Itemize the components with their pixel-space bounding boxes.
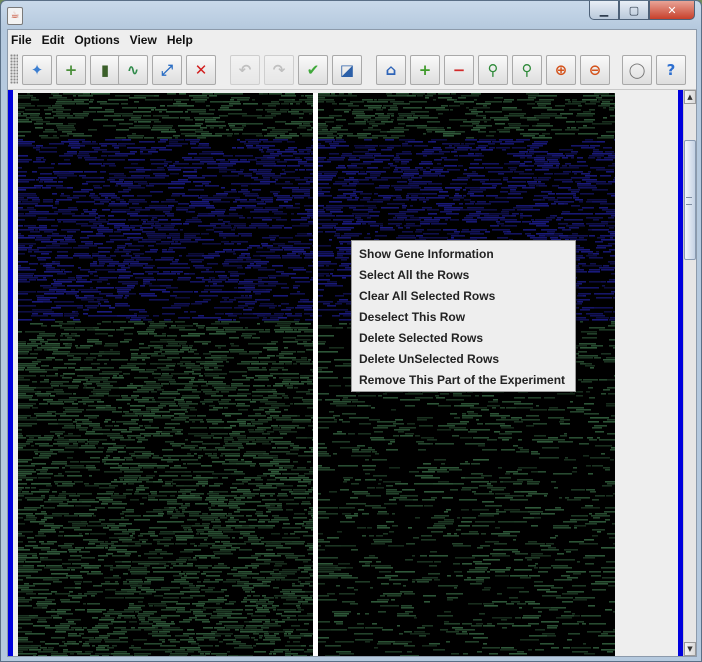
add-file-icon: + xyxy=(64,61,78,79)
zoom-in-icon: ⚲ xyxy=(487,61,499,79)
menu-file[interactable]: File xyxy=(8,30,37,50)
cluster-out-icon: ⊖ xyxy=(588,61,602,79)
heatmap-canvas-left[interactable] xyxy=(18,93,313,656)
zoom-in-button[interactable]: ⚲ xyxy=(478,55,508,85)
help-icon: ? xyxy=(666,61,676,79)
check-icon: ✔ xyxy=(306,61,320,79)
toolbar: ✦ + ▮ ∿ ⤢ ✕ ↶ ↷ ✔ ◪ ⌂ + − ⚲ ⚲ ⊕ ⊖ ◯? xyxy=(8,50,696,90)
home-button[interactable]: ⌂ xyxy=(376,55,406,85)
scroll-down-button[interactable]: ▼ xyxy=(684,642,696,656)
redo-icon: ↷ xyxy=(272,61,286,79)
cluster-in-icon: ⊕ xyxy=(554,61,568,79)
maximize-icon: ▢ xyxy=(628,3,640,17)
image-icon: ◪ xyxy=(339,61,355,79)
line-chart-button[interactable]: ∿ xyxy=(118,55,148,85)
menu-help[interactable]: Help xyxy=(162,30,198,50)
redo-button[interactable]: ↷ xyxy=(264,55,294,85)
selection-bar-left xyxy=(8,90,13,656)
title-bar[interactable]: ☕ ▁ ▢ ✕ xyxy=(1,1,701,29)
toolbar-grip[interactable] xyxy=(10,54,18,84)
close-icon: ✕ xyxy=(667,3,677,17)
heatmap-icon: ▮ xyxy=(100,61,110,79)
minimize-button[interactable]: ▁ xyxy=(589,1,619,20)
lightbulb-button[interactable]: ◯ xyxy=(622,55,652,85)
scroll-thumb-grip xyxy=(686,197,692,205)
undo-button[interactable]: ↶ xyxy=(230,55,260,85)
expand-icon: ⤢ xyxy=(160,61,173,79)
vertical-scrollbar[interactable]: ▲ ▼ xyxy=(683,90,696,656)
remove-icon: − xyxy=(452,61,466,79)
add-button[interactable]: + xyxy=(410,55,440,85)
context-menu: Show Gene Information Select All the Row… xyxy=(351,240,576,392)
lightbulb-icon: ◯ xyxy=(628,61,646,79)
menu-edit[interactable]: Edit xyxy=(37,30,70,50)
cluster-out-button[interactable]: ⊖ xyxy=(580,55,610,85)
close-button[interactable]: ✕ xyxy=(649,1,695,20)
new-button[interactable]: ✦ xyxy=(22,55,52,85)
menu-options[interactable]: Options xyxy=(69,30,124,50)
add-file-button[interactable]: + xyxy=(56,55,86,85)
menu-bar: File Edit Options View Help xyxy=(8,30,696,50)
add-icon: + xyxy=(418,61,432,79)
menu-item-select-all-rows[interactable]: Select All the Rows xyxy=(352,265,575,286)
home-icon: ⌂ xyxy=(385,61,397,79)
help-button[interactable]: ? xyxy=(656,55,686,85)
menu-item-deselect-row[interactable]: Deselect This Row xyxy=(352,307,575,328)
heatmap-panel-left[interactable] xyxy=(18,93,313,656)
java-cup-icon[interactable]: ☕ xyxy=(7,7,23,25)
undo-icon: ↶ xyxy=(238,61,252,79)
menu-item-delete-unselected-rows[interactable]: Delete UnSelected Rows xyxy=(352,349,575,370)
scroll-up-button[interactable]: ▲ xyxy=(684,90,696,104)
delete-icon: ✕ xyxy=(194,61,208,79)
cluster-in-button[interactable]: ⊕ xyxy=(546,55,576,85)
new-icon: ✦ xyxy=(30,61,44,79)
maximize-button[interactable]: ▢ xyxy=(619,1,649,20)
check-button[interactable]: ✔ xyxy=(298,55,328,85)
menu-item-delete-selected-rows[interactable]: Delete Selected Rows xyxy=(352,328,575,349)
minimize-icon: ▁ xyxy=(599,3,609,17)
image-button[interactable]: ◪ xyxy=(332,55,362,85)
menu-item-clear-selected-rows[interactable]: Clear All Selected Rows xyxy=(352,286,575,307)
menu-view[interactable]: View xyxy=(125,30,162,50)
heatmap-button[interactable]: ▮ xyxy=(90,55,120,85)
expand-button[interactable]: ⤢ xyxy=(152,55,182,85)
menu-item-remove-experiment-part[interactable]: Remove This Part of the Experiment xyxy=(352,370,575,391)
menu-item-show-gene-information[interactable]: Show Gene Information xyxy=(352,244,575,265)
zoom-out-icon: ⚲ xyxy=(521,61,533,79)
remove-button[interactable]: − xyxy=(444,55,474,85)
zoom-out-button[interactable]: ⚲ xyxy=(512,55,542,85)
window-controls: ▁ ▢ ✕ xyxy=(589,1,695,21)
delete-button[interactable]: ✕ xyxy=(186,55,216,85)
line-chart-icon: ∿ xyxy=(126,61,140,79)
